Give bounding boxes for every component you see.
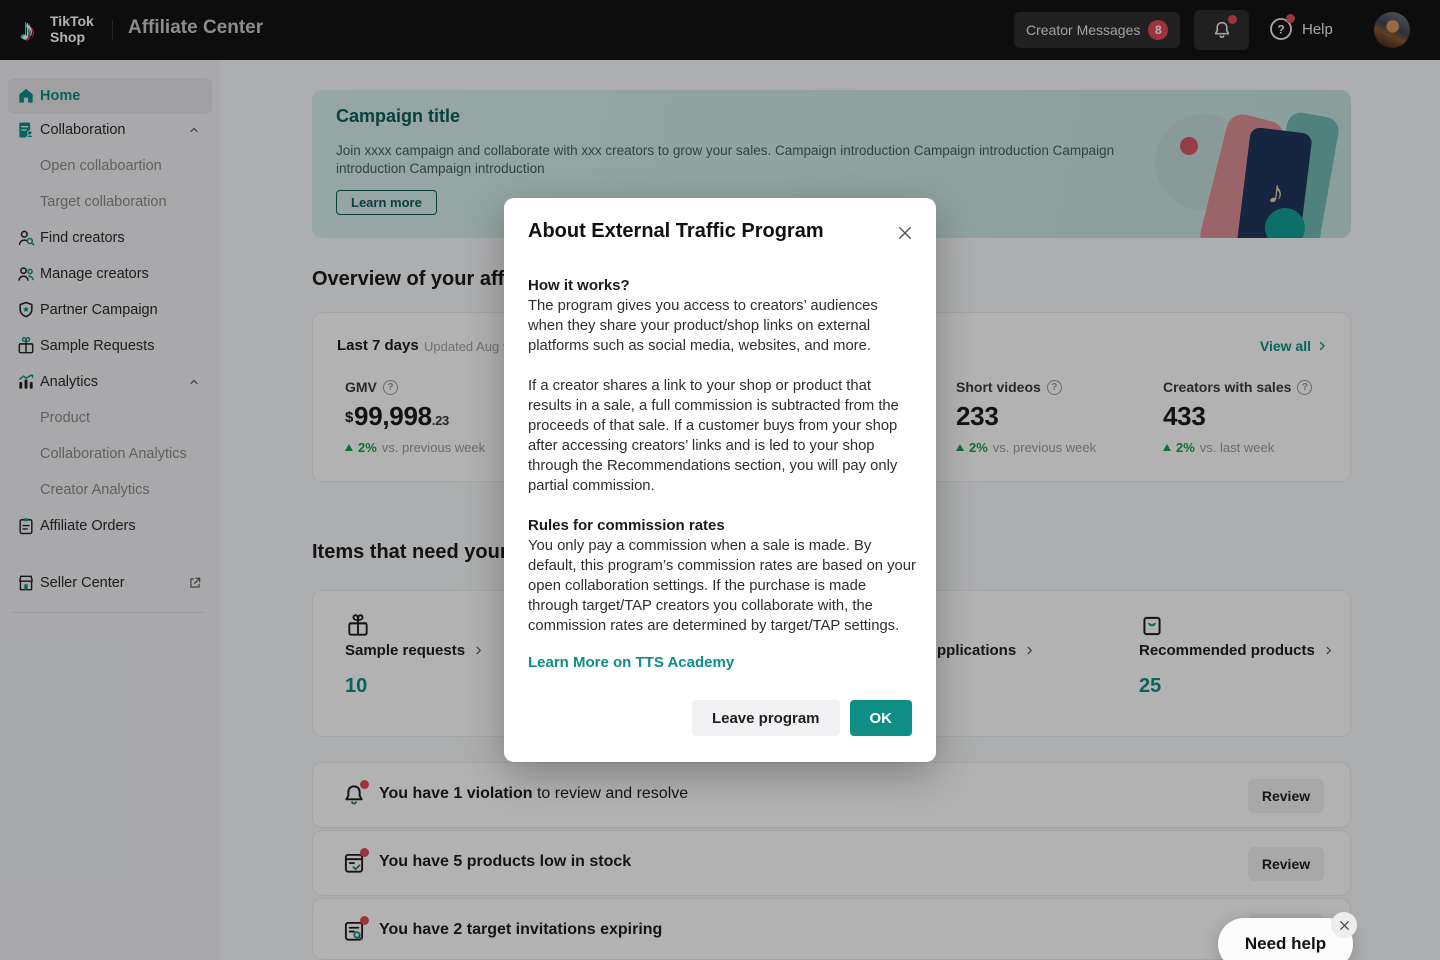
tts-academy-link[interactable]: Learn More on TTS Academy [528,654,734,671]
rules-p1: You only pay a commission when a sale is… [528,536,916,636]
how-it-works-p1: The program gives you access to creators… [528,296,916,356]
modal-title: About External Traffic Program [528,220,824,243]
how-it-works-p2: If a creator shares a link to your shop … [528,376,916,496]
close-icon[interactable] [896,224,914,242]
how-it-works-heading: How it works? [528,276,916,296]
ok-button[interactable]: OK [850,700,913,736]
leave-program-button[interactable]: Leave program [692,700,840,736]
need-help-close-icon[interactable] [1331,912,1357,938]
external-traffic-modal: About External Traffic Program How it wo… [504,198,936,762]
modal-body: How it works? The program gives you acce… [528,276,916,656]
modal-actions: Leave program OK [692,700,912,736]
rules-heading: Rules for commission rates [528,516,916,536]
